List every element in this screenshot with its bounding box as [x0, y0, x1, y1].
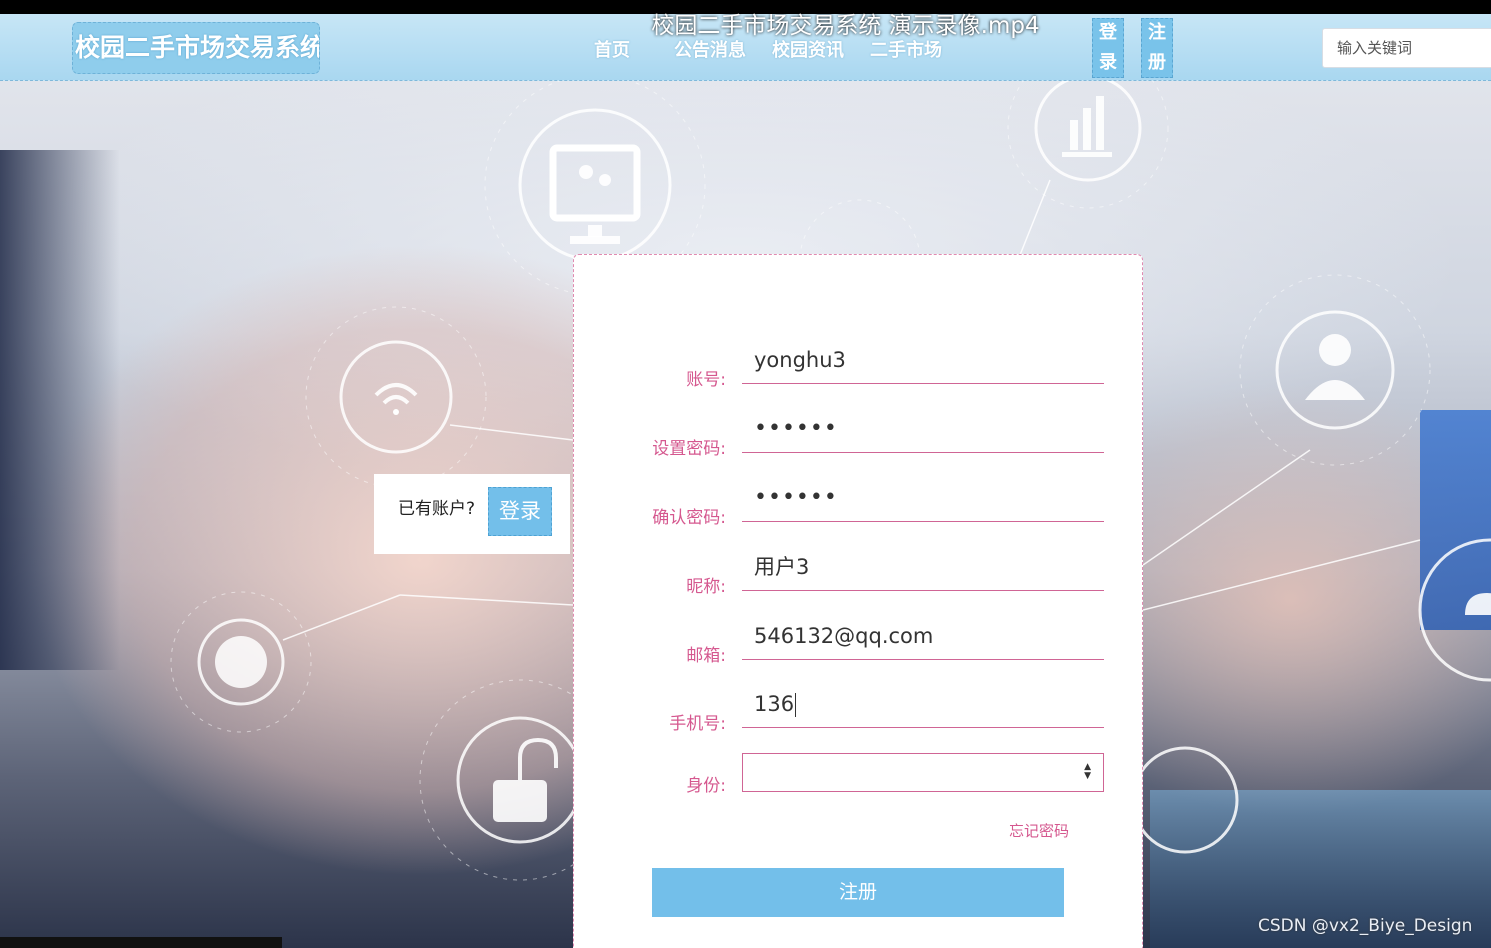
identity-select[interactable]: ▲ ▼ — [742, 753, 1104, 792]
form-row-email: 邮箱: 546132@qq.com — [574, 616, 1144, 666]
password-label: 设置密码: — [652, 439, 726, 459]
login-label-bottom: 录 — [1099, 52, 1117, 73]
nickname-input[interactable]: 用户3 — [742, 547, 1104, 591]
form-row-password: 设置密码: •••••• — [574, 409, 1144, 459]
form-row-phone: 手机号: 136 — [574, 684, 1144, 734]
form-row-confirm-password: 确认密码: •••••• — [574, 478, 1144, 528]
forgot-password-link[interactable]: 忘记密码 — [1009, 820, 1069, 841]
goto-login-button[interactable]: 登录 — [488, 487, 552, 536]
nickname-label: 昵称: — [686, 577, 726, 597]
form-row-account: 账号: yonghu3 — [574, 340, 1144, 390]
phone-value: 136 — [754, 692, 795, 716]
login-prompt-text: 已有账户? — [398, 499, 476, 519]
text-caret — [795, 693, 797, 717]
form-row-nickname: 昵称: 用户3 — [574, 547, 1144, 597]
confirm-password-input[interactable]: •••••• — [742, 478, 1104, 522]
select-arrows-icon: ▲ ▼ — [1084, 762, 1091, 781]
form-row-identity: 身份: ▲ ▼ — [574, 753, 1144, 803]
video-title: 校园二手市场交易系统 演示录像.mp4 — [651, 13, 1040, 39]
login-prompt: 已有账户? 登录 — [374, 474, 570, 554]
email-label: 邮箱: — [686, 646, 726, 666]
account-label: 账号: — [686, 370, 726, 390]
phone-input[interactable]: 136 — [742, 684, 1104, 728]
password-input[interactable]: •••••• — [742, 409, 1104, 453]
email-input[interactable]: 546132@qq.com — [742, 616, 1104, 660]
submit-register-button[interactable]: 注册 — [652, 868, 1064, 917]
register-form: 账号: yonghu3 设置密码: •••••• 确认密码: •••••• 昵称… — [573, 254, 1143, 948]
watermark: CSDN @vx2_Biye_Design — [1258, 916, 1473, 936]
account-input[interactable]: yonghu3 — [742, 340, 1104, 384]
register-label-bottom: 册 — [1148, 52, 1166, 73]
identity-label: 身份: — [686, 776, 726, 796]
confirm-password-label: 确认密码: — [652, 508, 726, 528]
video-progress-strip — [0, 937, 282, 948]
phone-label: 手机号: — [669, 714, 726, 734]
